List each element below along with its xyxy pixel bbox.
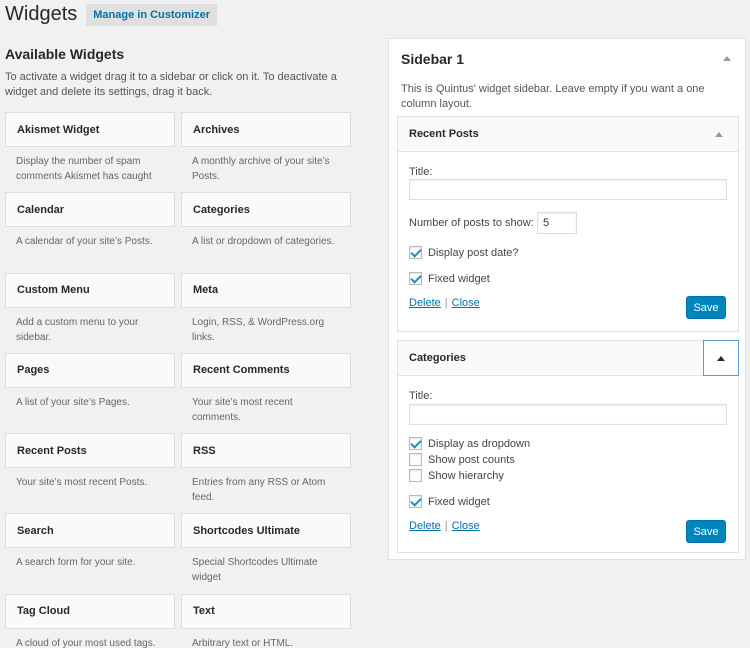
- available-widget-description: Login, RSS, & WordPress.org links.: [192, 316, 325, 343]
- number-of-posts-label: Number of posts to show:: [409, 217, 534, 229]
- fixed-widget-label: Fixed widget: [428, 495, 490, 508]
- available-widget-title[interactable]: Categories: [181, 192, 351, 228]
- link-separator: |: [444, 297, 448, 309]
- available-widget: Akismet Widget Display the number of spam…: [5, 112, 175, 192]
- available-widgets-title: Available Widgets: [5, 46, 125, 62]
- available-widget-title[interactable]: Calendar: [5, 192, 175, 228]
- show-post-counts-option[interactable]: Show post counts: [409, 453, 515, 466]
- close-link[interactable]: Close: [452, 297, 480, 309]
- categories-widget-title: Categories: [409, 352, 466, 364]
- delete-link[interactable]: Delete: [409, 297, 441, 309]
- available-widget-description: Arbitrary text or HTML.: [192, 637, 294, 648]
- title-label: Title:: [409, 166, 433, 178]
- recent-posts-widget-title: Recent Posts: [409, 128, 479, 140]
- available-widget-description: Your site’s most recent comments.: [192, 396, 293, 423]
- display-as-dropdown-label: Display as dropdown: [428, 437, 531, 450]
- available-widget-description: A monthly archive of your site’s Posts.: [192, 156, 330, 182]
- title-input[interactable]: [409, 179, 727, 200]
- available-widget: Tag Cloud A cloud of your most used tags.: [5, 593, 175, 648]
- sidebar-title: Sidebar 1: [401, 51, 465, 67]
- arrow-up-icon[interactable]: [703, 340, 739, 376]
- recent-posts-widget: Recent Posts Title: Number of posts to s…: [397, 116, 739, 332]
- available-widget-title[interactable]: Recent Comments: [181, 352, 351, 388]
- available-widget-description: Entries from any RSS or Atom feed.: [192, 477, 326, 504]
- arrow-up-icon[interactable]: [711, 131, 727, 137]
- available-widget-description: Add a custom menu to your sidebar.: [16, 316, 139, 343]
- available-widget-title[interactable]: Pages: [5, 352, 175, 388]
- categories-widget-header[interactable]: Categories: [398, 340, 739, 376]
- display-as-dropdown-option[interactable]: Display as dropdown: [409, 437, 530, 450]
- available-widget-title[interactable]: Shortcodes Ultimate: [181, 513, 351, 549]
- link-separator: |: [444, 520, 448, 532]
- show-hierarchy-label: Show hierarchy: [428, 469, 504, 482]
- display-as-dropdown-checkbox[interactable]: [409, 437, 422, 450]
- widget-control-links: Delete | Close: [409, 297, 480, 309]
- available-widget-title[interactable]: RSS: [181, 433, 351, 469]
- fixed-widget-checkbox[interactable]: [409, 495, 422, 508]
- available-widget: Archives A monthly archive of your site’s…: [181, 112, 351, 192]
- available-widget: Categories A list or dropdown of categori…: [181, 192, 351, 272]
- available-widget: Recent Comments Your site’s most recent c…: [181, 352, 351, 433]
- show-post-counts-label: Show post counts: [428, 453, 515, 466]
- available-widget-title[interactable]: Recent Posts: [5, 433, 175, 469]
- available-widget-description: Your site’s most recent Posts.: [16, 477, 148, 489]
- available-widget-title[interactable]: Search: [5, 513, 175, 549]
- widget-control-links: Delete | Close: [409, 520, 480, 532]
- show-post-counts-checkbox[interactable]: [409, 453, 422, 466]
- delete-link[interactable]: Delete: [409, 520, 441, 532]
- manage-in-customizer-button[interactable]: Manage in Customizer: [86, 4, 217, 26]
- save-button[interactable]: Save: [686, 296, 726, 319]
- recent-posts-widget-header[interactable]: Recent Posts: [398, 117, 738, 152]
- available-widget-description: A list or dropdown of categories.: [192, 236, 335, 248]
- available-widget-description: A list of your site’s Pages.: [16, 396, 130, 408]
- available-widget: Meta Login, RSS, & WordPress.org links.: [181, 272, 351, 353]
- page-header: Widgets Manage in Customizer: [5, 2, 217, 26]
- display-post-date-checkbox[interactable]: [409, 246, 422, 259]
- available-widget-title[interactable]: Meta: [181, 272, 351, 308]
- available-widget: Text Arbitrary text or HTML.: [181, 593, 351, 648]
- display-post-date-label: Display post date?: [428, 246, 519, 259]
- fixed-widget-checkbox[interactable]: [409, 272, 422, 285]
- available-widget-description: Special Shortcodes Ultimate widget: [192, 557, 318, 584]
- page-title: Widgets: [5, 2, 78, 25]
- sidebar-description: This is Quintus' widget sidebar. Leave e…: [401, 83, 705, 110]
- available-widget: RSS Entries from any RSS or Atom feed.: [181, 433, 351, 513]
- available-widget: Calendar A calendar of your site’s Posts.: [5, 192, 175, 272]
- available-widget-title[interactable]: Archives: [181, 112, 351, 147]
- available-widget: Custom Menu Add a custom menu to your sid…: [5, 272, 175, 353]
- fixed-widget-label: Fixed widget: [428, 272, 490, 285]
- fixed-widget-option[interactable]: Fixed widget: [409, 495, 490, 508]
- sidebar-header[interactable]: Sidebar 1: [389, 39, 745, 67]
- show-hierarchy-checkbox[interactable]: [409, 469, 422, 482]
- categories-widget: Categories Title: Display as dropdown Sh…: [397, 340, 739, 553]
- title-input[interactable]: [409, 404, 727, 425]
- save-button[interactable]: Save: [686, 520, 726, 543]
- available-widget: Pages A list of your site’s Pages.: [5, 352, 175, 433]
- available-widget: Recent Posts Your site’s most recent Post…: [5, 433, 175, 513]
- available-widget-title[interactable]: Tag Cloud: [5, 593, 175, 629]
- available-widgets-list: Akismet Widget Display the number of spam…: [5, 112, 351, 648]
- available-widget-description: A cloud of your most used tags.: [16, 637, 156, 648]
- fixed-widget-option[interactable]: Fixed widget: [409, 272, 490, 285]
- available-widget-title[interactable]: Custom Menu: [5, 272, 175, 308]
- available-widget: Search A search form for your site.: [5, 513, 175, 593]
- available-widget-description: Display the number of spam comments Akis…: [16, 156, 152, 182]
- available-widgets-description: To activate a widget drag it to a sideba…: [5, 71, 337, 98]
- available-widget-description: A search form for your site.: [16, 557, 136, 569]
- display-post-date-option[interactable]: Display post date?: [409, 246, 519, 259]
- arrow-up-icon[interactable]: [723, 52, 731, 64]
- available-widget: Shortcodes Ultimate Special Shortcodes Ul…: [181, 513, 351, 593]
- available-widget-title[interactable]: Akismet Widget: [5, 112, 175, 147]
- close-link[interactable]: Close: [452, 520, 480, 532]
- number-of-posts-input[interactable]: 5: [537, 212, 577, 234]
- available-widget-title[interactable]: Text: [181, 593, 351, 629]
- title-label: Title:: [409, 390, 433, 402]
- available-widget-description: A calendar of your site’s Posts.: [16, 236, 153, 248]
- show-hierarchy-option[interactable]: Show hierarchy: [409, 469, 504, 482]
- sidebar-1-panel: Sidebar 1 This is Quintus' widget sideba…: [388, 38, 746, 560]
